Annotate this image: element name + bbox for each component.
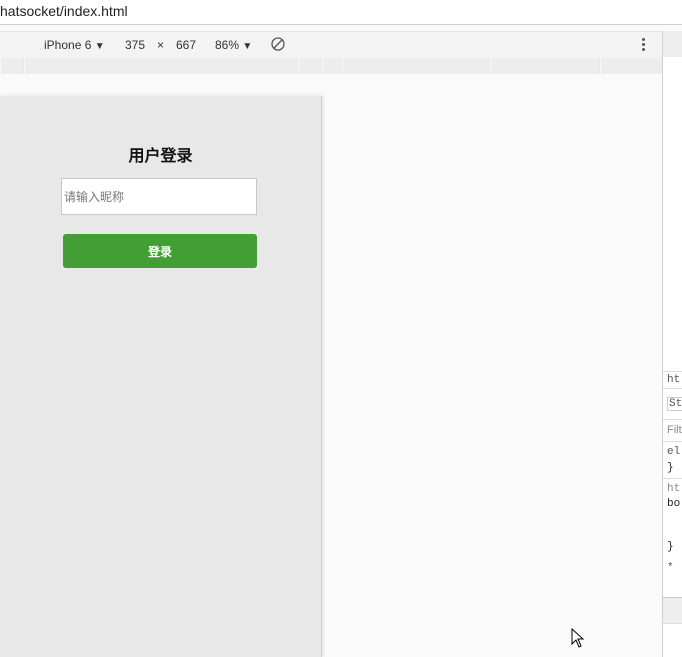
device-toolbar: iPhone 6 ▼ 375 × 667 86% ▼: [0, 31, 662, 59]
devtools-line: bo: [667, 498, 681, 510]
chevron-down-icon: ▼: [242, 41, 253, 52]
devtools-panel: ht St Filt el } ht bo } *: [662, 31, 682, 657]
devtools-line: }: [667, 541, 674, 553]
url-text[interactable]: hatsocket/index.html: [0, 3, 128, 19]
devtools-line: ht: [667, 374, 681, 386]
zoom-select[interactable]: 86% ▼: [215, 38, 252, 52]
mouse-cursor-icon: [571, 628, 585, 648]
devtools-line: el: [667, 446, 681, 458]
height-field[interactable]: 667: [176, 38, 196, 52]
chevron-down-icon: ▼: [94, 41, 105, 52]
login-button[interactable]: 登录: [63, 234, 257, 268]
rotate-icon[interactable]: [270, 36, 286, 52]
zoom-value: 86%: [215, 38, 240, 52]
devtools-line: ht: [667, 483, 681, 495]
devtools-line: }: [667, 462, 674, 474]
media-query-ruler[interactable]: [0, 58, 663, 74]
device-viewport: 用户登录 登录: [0, 96, 322, 657]
width-field[interactable]: 375: [125, 38, 145, 52]
devtools-line: *: [667, 562, 674, 574]
device-name: iPhone 6: [44, 38, 92, 52]
times-sign: ×: [157, 38, 165, 52]
kebab-icon[interactable]: [640, 36, 646, 54]
page-title: 用户登录: [128, 148, 193, 165]
address-bar[interactable]: hatsocket/index.html: [0, 0, 682, 25]
device-select[interactable]: iPhone 6 ▼: [44, 38, 105, 52]
nickname-input[interactable]: [61, 178, 257, 215]
filter-input[interactable]: Filt: [667, 424, 682, 436]
styles-tab[interactable]: St: [667, 397, 682, 411]
